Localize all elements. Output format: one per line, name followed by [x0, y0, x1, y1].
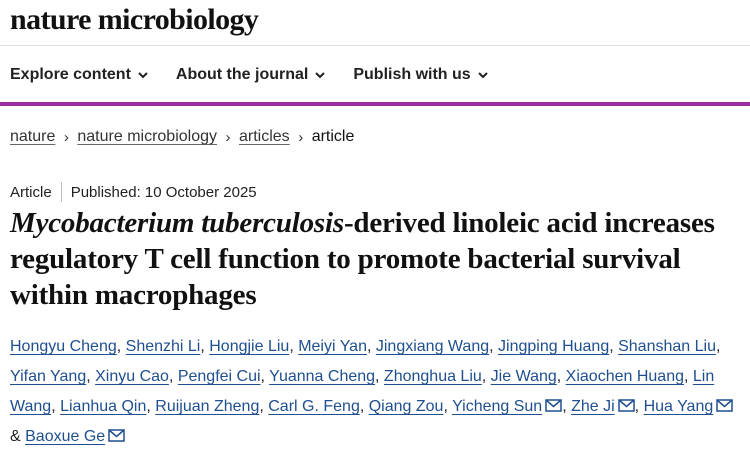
author-link[interactable]: Hongyu Cheng [10, 338, 117, 355]
meta-divider [60, 182, 62, 202]
nav-publish-with-us-label: Publish with us [353, 66, 471, 83]
breadcrumb-nature-microbiology[interactable]: nature microbiology [77, 128, 217, 146]
author-separator: , [168, 368, 178, 385]
author-link[interactable]: Qiang Zou [369, 398, 444, 415]
chevron-down-icon [313, 68, 327, 82]
chevron-down-icon [476, 68, 490, 82]
author-link[interactable]: Jingxiang Wang [376, 338, 489, 355]
author-link[interactable]: Yicheng Sun [452, 398, 542, 415]
accent-rule [0, 102, 750, 106]
author-separator: , [609, 338, 619, 355]
author-separator: , [556, 368, 566, 385]
author-separator: , [51, 398, 61, 415]
breadcrumb-separator: › [63, 128, 69, 146]
author-ampersand: & [10, 428, 26, 445]
envelope-icon[interactable] [716, 399, 733, 412]
author-link[interactable]: Lianhua Qin [60, 398, 146, 415]
author-link[interactable]: Ruijuan Zheng [155, 398, 259, 415]
chevron-down-icon [136, 68, 150, 82]
author-link[interactable]: Jingping Huang [498, 338, 609, 355]
author-link[interactable]: Hua Yang [644, 398, 714, 415]
author-link[interactable]: Baoxue Ge [25, 428, 105, 445]
nav-publish-with-us[interactable]: Publish with us [353, 66, 489, 84]
author-separator: , [146, 398, 156, 415]
breadcrumb-current: article [311, 128, 355, 145]
nav-explore-content-label: Explore content [10, 66, 131, 83]
author-link[interactable]: Zhe Ji [571, 398, 615, 415]
author-link[interactable]: Jie Wang [491, 368, 557, 385]
author-separator: , [116, 338, 126, 355]
author-link[interactable]: Yifan Yang [10, 368, 86, 385]
author-separator: , [634, 398, 644, 415]
nav-about-journal-label: About the journal [175, 66, 309, 83]
author-separator: , [489, 338, 499, 355]
author-link[interactable]: Zhonghua Liu [384, 368, 482, 385]
nav-explore-content[interactable]: Explore content [10, 66, 150, 84]
article-meta: Article Published: 10 October 2025 [10, 182, 257, 202]
author-separator: , [375, 368, 384, 385]
author-separator: , [200, 338, 210, 355]
author-link[interactable]: Yuanna Cheng [269, 368, 375, 385]
article-title-organism: Mycobacterium tuberculosis [10, 207, 344, 239]
author-link[interactable]: Pengfei Cui [178, 368, 261, 385]
article-title: Mycobacterium tuberculosis-derived linol… [10, 205, 745, 313]
journal-logo[interactable]: nature microbiology [10, 2, 259, 38]
author-link[interactable]: Carl G. Feng [268, 398, 360, 415]
breadcrumb-separator: › [225, 128, 231, 146]
author-separator: , [86, 368, 96, 385]
author-link[interactable]: Hongjie Liu [209, 338, 289, 355]
author-separator: , [715, 338, 721, 355]
author-link[interactable]: Meiyi Yan [298, 338, 367, 355]
envelope-icon[interactable] [108, 429, 125, 442]
article-type: Article [10, 183, 52, 201]
author-separator: , [359, 398, 369, 415]
main-nav: Explore content About the journal Publis… [10, 60, 516, 90]
author-link[interactable]: Shanshan Liu [618, 338, 716, 355]
breadcrumb: nature › nature microbiology › articles … [10, 126, 354, 148]
author-separator: , [289, 338, 299, 355]
author-link[interactable]: Xinyu Cao [95, 368, 169, 385]
author-link[interactable]: Shenzhi Li [126, 338, 201, 355]
author-separator: , [562, 398, 572, 415]
author-separator: , [443, 398, 453, 415]
author-separator: , [683, 368, 693, 385]
envelope-icon[interactable] [545, 399, 562, 412]
header-divider [0, 45, 750, 46]
author-list: Hongyu Cheng, Shenzhi Li, Hongjie Liu, M… [10, 332, 745, 452]
author-link[interactable]: Xiaochen Huang [566, 368, 684, 385]
breadcrumb-separator: › [298, 128, 304, 146]
author-separator: , [259, 398, 269, 415]
author-separator: , [260, 368, 270, 385]
breadcrumb-articles[interactable]: articles [239, 128, 290, 146]
breadcrumb-nature[interactable]: nature [10, 128, 55, 146]
published-date: Published: 10 October 2025 [70, 183, 257, 201]
author-separator: , [481, 368, 491, 385]
author-separator: , [366, 338, 376, 355]
nav-about-journal[interactable]: About the journal [176, 66, 327, 84]
envelope-icon[interactable] [617, 399, 635, 412]
